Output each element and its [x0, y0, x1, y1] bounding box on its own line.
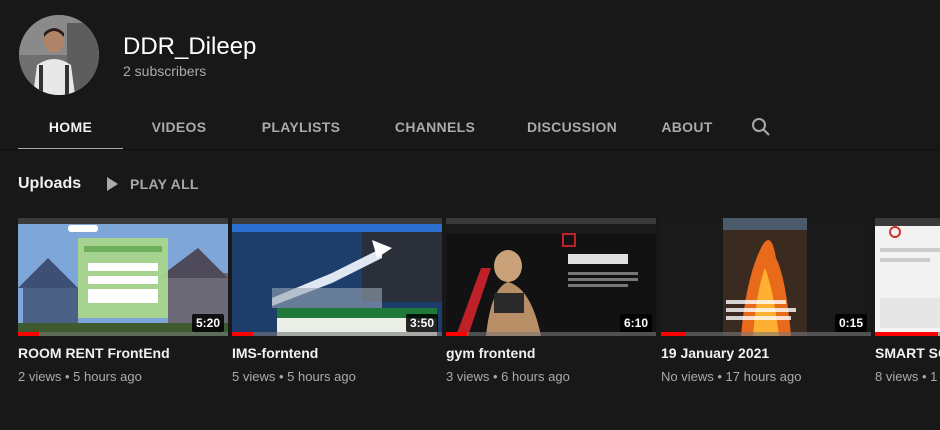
watch-progress-fill [661, 332, 687, 336]
channel-name: DDR_Dileep [123, 33, 257, 60]
video-item[interactable]: 5:20 ROOM RENT FrontEnd 2 views • 5 hour… [18, 218, 228, 384]
watch-progress [18, 332, 228, 336]
video-thumbnail[interactable]: 5:20 [18, 218, 228, 336]
watch-progress [875, 332, 940, 336]
meta-separator: • [918, 369, 931, 384]
meta-separator: • [275, 369, 288, 384]
video-views: 2 views [18, 369, 62, 384]
video-duration: 6:10 [619, 314, 652, 332]
video-item[interactable]: 6:10 gym frontend 3 views • 6 hours ago [446, 218, 656, 384]
tab-home[interactable]: HOME [18, 104, 123, 151]
search-icon[interactable] [733, 104, 789, 150]
watch-progress-fill [18, 332, 39, 336]
tab-discussion[interactable]: DISCUSSION [503, 104, 641, 150]
video-title[interactable]: SMART SC [875, 345, 940, 361]
video-title[interactable]: ROOM RENT FrontEnd [18, 345, 228, 361]
watch-progress-fill [446, 332, 467, 336]
video-duration: 5:20 [191, 314, 224, 332]
video-age: 5 hours ago [287, 369, 356, 384]
shelf-title[interactable]: Uploads [18, 175, 81, 193]
video-meta: 8 views • 1 [875, 369, 940, 384]
video-age: 17 hours ago [725, 369, 802, 384]
video-views: No views [661, 369, 714, 384]
video-item[interactable]: 0:15 19 January 2021 No views • 17 hours… [661, 218, 871, 384]
video-age: 6 hours ago [501, 369, 570, 384]
video-views: 3 views [446, 369, 490, 384]
watch-progress [446, 332, 656, 336]
video-title[interactable]: 19 January 2021 [661, 345, 871, 361]
channel-header: DDR_Dileep 2 subscribers HOME VIDEOS PLA… [0, 0, 940, 151]
video-meta: 3 views • 6 hours ago [446, 369, 656, 384]
video-item[interactable]: SMART SC 8 views • 1 [875, 218, 940, 384]
channel-tabs: HOME VIDEOS PLAYLISTS CHANNELS DISCUSSIO… [18, 104, 789, 151]
play-all-label: PLAY ALL [130, 176, 199, 192]
video-views: 5 views [232, 369, 276, 384]
video-meta: 5 views • 5 hours ago [232, 369, 442, 384]
video-thumbnail[interactable] [875, 218, 940, 336]
video-thumbnail[interactable]: 3:50 [232, 218, 442, 336]
tab-playlists[interactable]: PLAYLISTS [235, 104, 367, 150]
meta-separator: • [61, 369, 74, 384]
video-duration: 0:15 [834, 314, 867, 332]
channel-avatar[interactable] [19, 15, 99, 95]
tab-channels[interactable]: CHANNELS [367, 104, 503, 150]
video-title[interactable]: IMS-forntend [232, 345, 442, 361]
video-age: 1 [930, 369, 938, 384]
tab-about[interactable]: ABOUT [641, 104, 733, 150]
uploads-shelf: Uploads PLAY ALL 5:20 ROOM RENT FrontEnd… [0, 150, 940, 430]
play-all-button[interactable]: PLAY ALL [107, 174, 199, 194]
video-meta: 2 views • 5 hours ago [18, 369, 228, 384]
video-thumbnail[interactable]: 0:15 [661, 218, 871, 336]
watch-progress [232, 332, 442, 336]
watch-progress-fill [232, 332, 253, 336]
play-icon [107, 177, 118, 191]
watch-progress-fill [875, 332, 938, 336]
video-views: 8 views [875, 369, 919, 384]
video-age: 5 hours ago [73, 369, 142, 384]
watch-progress [661, 332, 871, 336]
video-thumbnail[interactable]: 6:10 [446, 218, 656, 336]
subscriber-count: 2 subscribers [123, 63, 207, 79]
video-list: 5:20 ROOM RENT FrontEnd 2 views • 5 hour… [18, 218, 940, 418]
video-meta: No views • 17 hours ago [661, 369, 871, 384]
meta-separator: • [489, 369, 502, 384]
meta-separator: • [713, 369, 726, 384]
tab-videos[interactable]: VIDEOS [123, 104, 235, 150]
video-duration: 3:50 [405, 314, 438, 332]
video-title[interactable]: gym frontend [446, 345, 656, 361]
video-item[interactable]: 3:50 IMS-forntend 5 views • 5 hours ago [232, 218, 442, 384]
